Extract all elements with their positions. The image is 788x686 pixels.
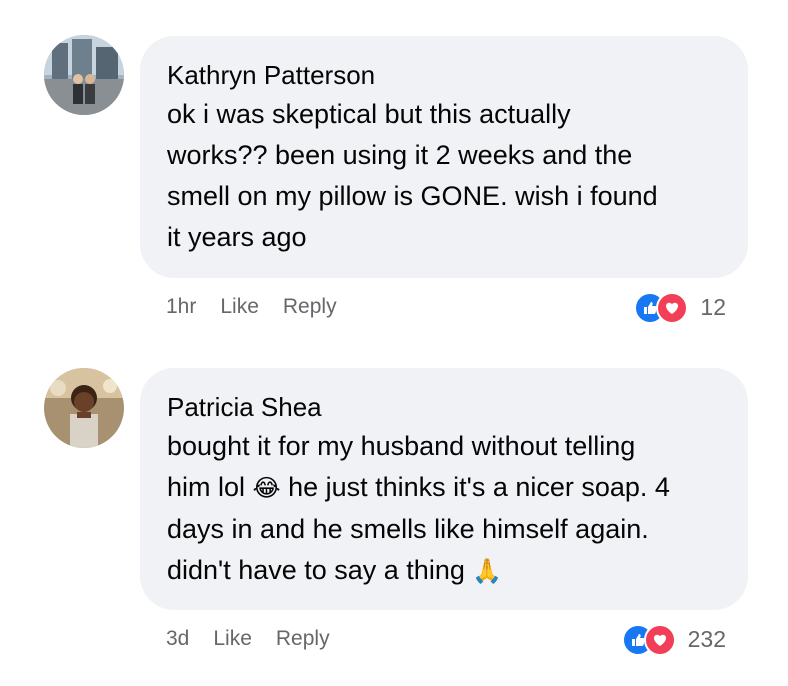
reaction-count: 232 bbox=[687, 625, 726, 652]
comment-text: bought it for my husband without telling… bbox=[167, 426, 722, 592]
reply-button[interactable]: Reply bbox=[276, 627, 330, 651]
like-button[interactable]: Like bbox=[220, 295, 259, 319]
reaction-icons bbox=[621, 624, 676, 656]
reaction-count: 12 bbox=[700, 293, 726, 320]
comment-actions: 1hr Like Reply bbox=[166, 290, 361, 324]
comment-actions: 3d Like Reply bbox=[166, 622, 354, 656]
reply-button[interactable]: Reply bbox=[283, 295, 337, 319]
praying-hands-emoji-icon: 🙏 bbox=[472, 558, 503, 585]
reaction-summary[interactable]: 12 bbox=[634, 290, 726, 324]
comment-time[interactable]: 3d bbox=[166, 627, 189, 651]
avatar[interactable] bbox=[44, 35, 124, 115]
reaction-icons bbox=[634, 292, 689, 324]
avatar[interactable] bbox=[44, 368, 124, 448]
like-button[interactable]: Like bbox=[213, 627, 252, 651]
comment-bubble: Patricia Shea bought it for my husband w… bbox=[140, 368, 748, 610]
comment-text: ok i was skeptical but this actually wor… bbox=[167, 99, 658, 252]
love-icon bbox=[643, 624, 676, 656]
reaction-summary[interactable]: 232 bbox=[621, 622, 726, 656]
comment-bubble: Kathryn Patterson ok i was skeptical but… bbox=[140, 36, 748, 278]
comment-author[interactable]: Patricia Shea bbox=[167, 390, 722, 424]
comment-author[interactable]: Kathryn Patterson bbox=[167, 58, 722, 92]
love-icon bbox=[656, 292, 689, 324]
laughing-emoji-icon: 😂 bbox=[252, 475, 281, 502]
comment-time[interactable]: 1hr bbox=[166, 295, 196, 319]
